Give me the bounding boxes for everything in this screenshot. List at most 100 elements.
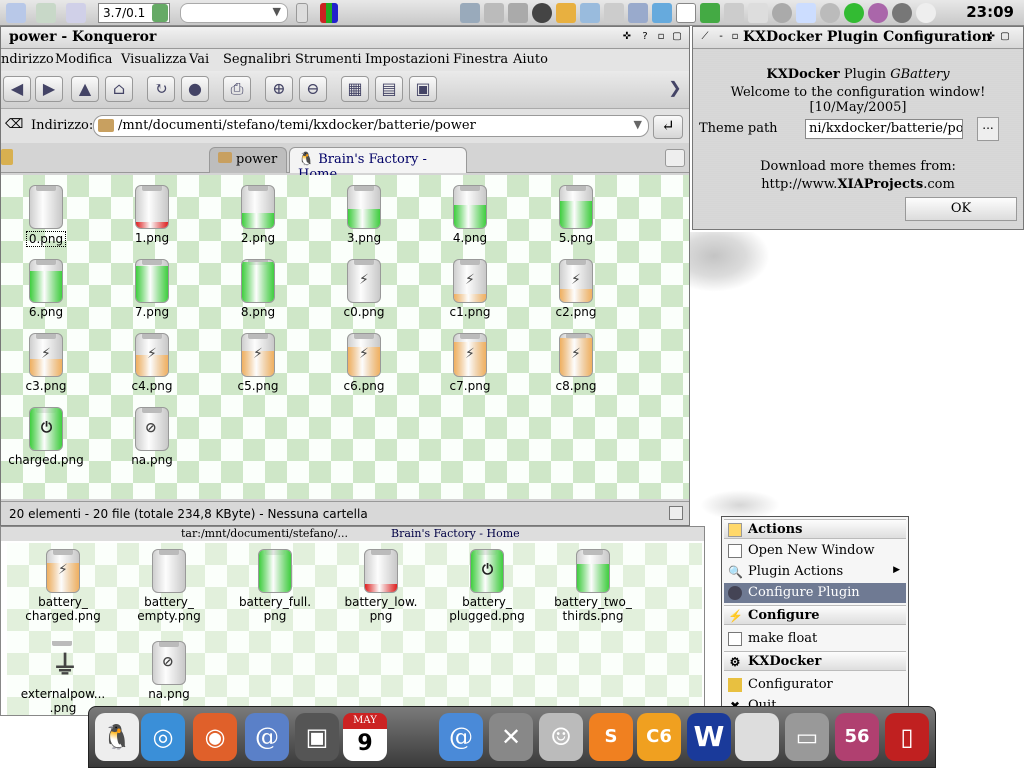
tray-monitor-icon[interactable]	[460, 3, 480, 23]
location-input[interactable]: /mnt/documenti/stefano/temi/kxdocker/bat…	[93, 115, 649, 137]
menu-indirizzo[interactable]: ndirizzo	[1, 52, 54, 67]
minimize-icon[interactable]: ▫	[655, 31, 667, 43]
title-bar[interactable]: power - Konqueror ✜ ? ▫ ▢	[1, 27, 689, 49]
c6-icon[interactable]: C6	[637, 713, 681, 761]
konqueror-back-window[interactable]: tar:/mnt/documenti/stefano/... Brain's F…	[0, 526, 705, 716]
drive-icon[interactable]: ▭	[785, 713, 829, 761]
chat-icon[interactable]: ☺	[539, 713, 583, 761]
kxdocker-config-window[interactable]: ⟋ - ▫ KXDocker Plugin Configuration ✜ ▢ …	[692, 26, 1024, 230]
minimize-icon[interactable]: -	[715, 31, 727, 43]
konqueror-window[interactable]: power - Konqueror ✜ ? ▫ ▢ ndirizzo Modif…	[0, 26, 690, 526]
download-url[interactable]: http://www.XIAProjects.com	[693, 177, 1023, 192]
pager-icon[interactable]	[296, 3, 308, 23]
file-item[interactable]: battery_low. png	[331, 549, 431, 623]
skype-icon[interactable]: S	[589, 713, 633, 761]
status-toggle-icon[interactable]	[669, 506, 683, 520]
menu-vai[interactable]: Vai	[189, 52, 209, 67]
file-item[interactable]: battery_two_ thirds.png	[543, 549, 643, 623]
menu-icon[interactable]: ⟋	[699, 31, 711, 43]
lock-icon[interactable]	[724, 3, 744, 23]
menu-strumenti[interactable]: Strumenti	[295, 52, 362, 67]
file-item[interactable]: ⚡ battery_ charged.png	[13, 549, 113, 623]
back-file-view[interactable]: ⚡ battery_ charged.png battery_ empty.png b…	[7, 543, 702, 715]
tray-icon[interactable]	[868, 3, 888, 23]
file-item[interactable]: 3.png	[314, 185, 414, 245]
paw-icon[interactable]	[532, 3, 552, 23]
notes-icon[interactable]	[676, 3, 696, 23]
back-icon[interactable]: ◀	[3, 76, 31, 102]
safari-icon[interactable]: ◎	[141, 713, 185, 761]
zoom-in-icon[interactable]: ⊕	[265, 76, 293, 102]
back-tab-2[interactable]: Brain's Factory - Home	[391, 527, 520, 540]
game-icon[interactable]: 56	[835, 713, 879, 761]
browse-button[interactable]: ...	[977, 117, 999, 141]
home-icon[interactable]: ⌂	[105, 76, 133, 102]
go-button[interactable]: ↵	[653, 115, 683, 139]
sticky-icon[interactable]: ✜	[985, 31, 997, 43]
tab-brains-factory[interactable]: 🐧Brain's Factory - Home	[289, 147, 467, 182]
file-item[interactable]: ⊘ na.png	[119, 641, 219, 701]
file-item[interactable]: 1.png	[102, 185, 202, 245]
preview-icon[interactable]: ▣	[409, 76, 437, 102]
list-view-icon[interactable]: ▤	[375, 76, 403, 102]
file-item[interactable]: 7.png	[102, 259, 202, 319]
menu-finestra[interactable]: Finestra	[453, 52, 508, 67]
tray-icon[interactable]	[604, 3, 624, 23]
ok-button[interactable]: OK	[905, 197, 1017, 221]
zoom-out-icon[interactable]: ⊖	[299, 76, 327, 102]
file-item[interactable]: battery_ empty.png	[119, 549, 219, 623]
menu-item-plugin-actions[interactable]: 🔍 Plugin Actions ▶	[724, 562, 906, 582]
firefox-icon[interactable]: ◉	[193, 713, 237, 761]
tray-icon[interactable]	[892, 3, 912, 23]
reload-icon[interactable]: ↻	[147, 76, 175, 102]
file-item[interactable]: 0.png	[1, 185, 96, 247]
file-item[interactable]: 8.png	[208, 259, 308, 319]
file-item[interactable]: ⏻ battery_ plugged.png	[437, 549, 537, 623]
icon-view-icon[interactable]: ▦	[341, 76, 369, 102]
volume-icon[interactable]	[772, 3, 792, 23]
file-item[interactable]: ⚡ c7.png	[420, 333, 520, 393]
menu-visualizza[interactable]: Visualizza	[121, 52, 187, 67]
tray-icon[interactable]	[484, 3, 504, 23]
tux-icon[interactable]	[916, 3, 936, 23]
file-item[interactable]: ⚡ c2.png	[526, 259, 626, 319]
terminal-icon[interactable]: ▣	[295, 713, 339, 761]
tray-icon[interactable]	[628, 3, 648, 23]
menu-item-configurator[interactable]: Configurator	[724, 675, 906, 695]
file-item[interactable]: 6.png	[1, 259, 96, 319]
menu-modifica[interactable]: Modifica	[55, 52, 112, 67]
settings-icon[interactable]	[820, 3, 840, 23]
word-icon[interactable]: W	[687, 713, 731, 761]
file-item[interactable]: ⚡ c1.png	[420, 259, 520, 319]
mail-icon[interactable]: @	[245, 713, 289, 761]
maximize-icon[interactable]: ▢	[671, 31, 683, 43]
battery-icon[interactable]: ▯	[885, 713, 929, 761]
close-tab-icon[interactable]	[665, 149, 685, 167]
kde-menu-icon[interactable]	[6, 3, 26, 23]
tools-icon[interactable]: ✕	[489, 713, 533, 761]
file-item[interactable]: 5.png	[526, 185, 626, 245]
menu-segnalibri[interactable]: Segnalibri	[223, 52, 291, 67]
menu-impostazioni[interactable]: Impostazioni	[365, 52, 450, 67]
file-item[interactable]: ⏚ externalpow... .png	[13, 641, 113, 715]
bluetooth-icon[interactable]	[508, 3, 528, 23]
clear-location-icon[interactable]: ⌫	[5, 117, 23, 132]
maximize-icon[interactable]: ▫	[729, 31, 741, 43]
taskbar-combo[interactable]: ▼	[180, 3, 288, 23]
stop-icon[interactable]: ●	[181, 76, 209, 102]
file-item[interactable]: ⚡ c0.png	[314, 259, 414, 319]
title-bar[interactable]: ⟋ - ▫ KXDocker Plugin Configuration ✜ ▢	[693, 27, 1023, 49]
sticky-icon[interactable]: ✜	[621, 31, 633, 43]
tray-icon[interactable]	[796, 3, 816, 23]
battery-icon[interactable]	[748, 3, 768, 23]
desktop-icon[interactable]	[36, 3, 56, 23]
clock[interactable]: 23:09	[966, 3, 1014, 21]
back-tab-1[interactable]: tar:/mnt/documenti/stefano/...	[181, 527, 348, 540]
file-item[interactable]: ⊘ na.png	[102, 407, 202, 467]
help-icon[interactable]: ?	[639, 31, 651, 43]
tab-power[interactable]: power	[209, 147, 287, 173]
calendar-icon[interactable]: MAY 9	[343, 713, 387, 761]
menu-item-configure-plugin[interactable]: Configure Plugin	[724, 583, 906, 603]
network-icon[interactable]	[580, 3, 600, 23]
kmail-icon[interactable]: @	[439, 713, 483, 761]
